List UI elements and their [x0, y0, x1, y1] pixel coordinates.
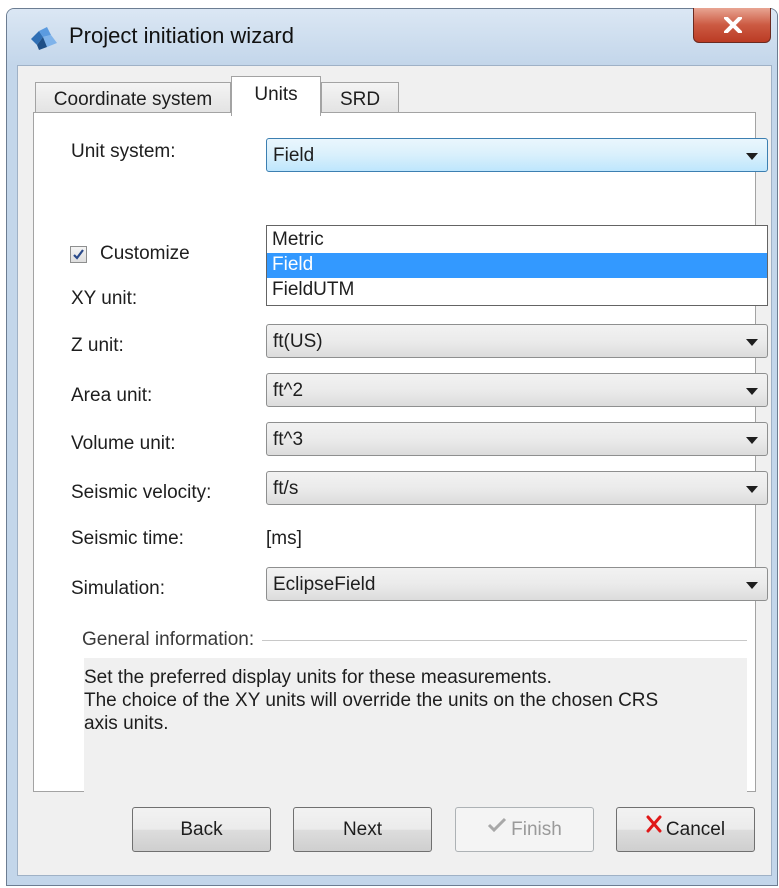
- cancel-button-label: Cancel: [665, 819, 726, 840]
- chevron-down-icon: [746, 437, 758, 444]
- tab-coordinate-system[interactable]: Coordinate system: [35, 82, 231, 116]
- info-line: Set the preferred display units for thes…: [84, 667, 552, 688]
- simulation-label: Simulation:: [71, 578, 165, 599]
- chevron-down-icon: [746, 388, 758, 395]
- option-metric[interactable]: Metric: [267, 228, 767, 253]
- unit-system-label: Unit system:: [71, 141, 176, 162]
- tab-srd[interactable]: SRD: [321, 82, 399, 116]
- area-unit-value: ft^2: [273, 380, 304, 401]
- finish-button-label: Finish: [511, 819, 562, 840]
- z-unit-value: ft(US): [273, 331, 323, 352]
- volume-unit-dropdown[interactable]: ft^3: [266, 422, 768, 456]
- close-icon: [724, 17, 742, 33]
- tab-units[interactable]: Units: [231, 76, 321, 116]
- cancel-x-icon: [646, 806, 662, 849]
- app-icon: [29, 25, 59, 51]
- volume-unit-value: ft^3: [273, 429, 304, 450]
- close-button[interactable]: [693, 8, 771, 43]
- volume-unit-label: Volume unit:: [71, 433, 176, 454]
- title-bar[interactable]: Project initiation wizard: [7, 8, 777, 65]
- next-button-label: Next: [342, 819, 383, 840]
- chevron-down-icon: [746, 486, 758, 493]
- cancel-button[interactable]: Cancel: [616, 807, 755, 852]
- info-line: axis units.: [84, 713, 169, 734]
- seismic-velocity-dropdown[interactable]: ft/s: [266, 471, 768, 505]
- checkmark-icon: [487, 806, 507, 849]
- seismic-velocity-value: ft/s: [273, 478, 299, 499]
- back-button[interactable]: Back: [132, 807, 271, 852]
- seismic-velocity-label: Seismic velocity:: [71, 482, 212, 503]
- xy-unit-label: XY unit:: [71, 288, 138, 309]
- z-unit-dropdown[interactable]: ft(US): [266, 324, 768, 358]
- finish-button[interactable]: Finish: [455, 807, 594, 852]
- tab-label: SRD: [339, 89, 381, 110]
- wizard-window: Project initiation wizard Coordinate sys…: [6, 8, 778, 886]
- general-information-text: Set the preferred display units for thes…: [84, 658, 747, 825]
- area-unit-dropdown[interactable]: ft^2: [266, 373, 768, 407]
- seismic-time-value: [ms]: [266, 528, 302, 549]
- next-button[interactable]: Next: [293, 807, 432, 852]
- simulation-value: EclipseField: [273, 574, 376, 595]
- area-unit-label: Area unit:: [71, 385, 153, 406]
- customize-label: Customize: [100, 243, 190, 264]
- units-tab-panel: Unit system: Field Metric Field FieldUTM…: [33, 112, 768, 825]
- option-field[interactable]: Field: [267, 253, 767, 278]
- info-line: The choice of the XY units will override…: [84, 690, 659, 711]
- z-unit-label: Z unit:: [71, 335, 124, 356]
- chevron-down-icon: [746, 339, 758, 346]
- chevron-down-icon: [746, 153, 758, 160]
- chevron-down-icon: [746, 582, 758, 589]
- seismic-time-label: Seismic time:: [71, 528, 184, 549]
- window-title: Project initiation wizard: [69, 23, 294, 48]
- checkmark-icon: [73, 249, 84, 260]
- general-information-label: General information:: [82, 629, 263, 651]
- tab-label: Units: [254, 84, 298, 105]
- unit-system-value: Field: [273, 145, 315, 166]
- unit-system-options-list: Metric Field FieldUTM: [266, 225, 768, 306]
- option-fieldutm[interactable]: FieldUTM: [267, 278, 767, 303]
- simulation-dropdown[interactable]: EclipseField: [266, 567, 768, 601]
- back-button-label: Back: [180, 819, 223, 840]
- unit-system-dropdown[interactable]: Field: [266, 138, 768, 172]
- customize-checkbox[interactable]: [70, 246, 87, 263]
- client-area: Coordinate system Units SRD Unit system:…: [17, 65, 772, 876]
- tab-label: Coordinate system: [53, 89, 213, 110]
